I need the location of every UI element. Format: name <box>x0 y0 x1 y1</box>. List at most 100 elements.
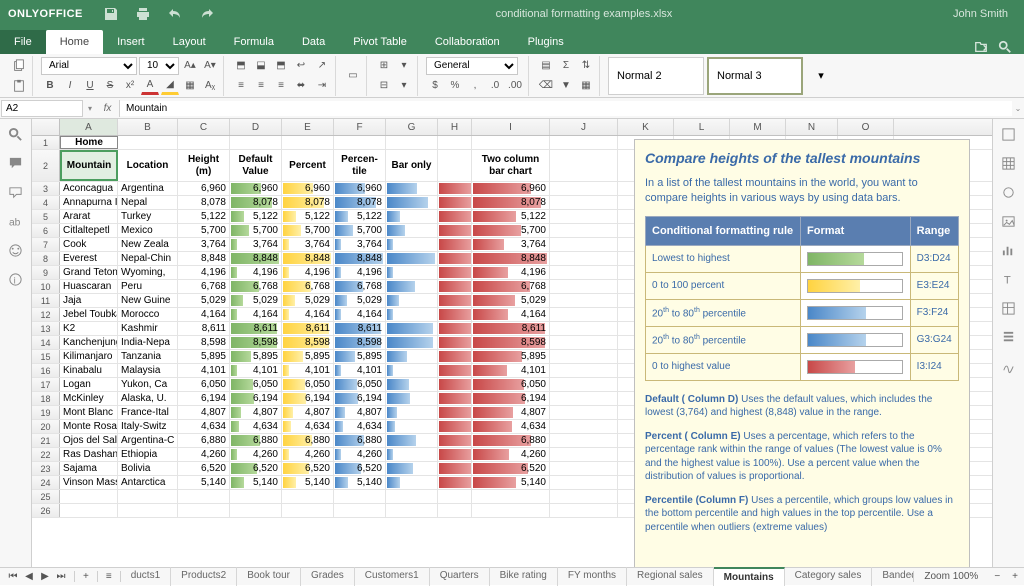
cell[interactable] <box>550 392 618 405</box>
menu-insert[interactable]: Insert <box>103 30 159 54</box>
cell[interactable] <box>386 406 438 419</box>
table-icon[interactable]: ▦ <box>577 77 595 95</box>
cell[interactable] <box>386 420 438 433</box>
formula-input[interactable]: Mountain <box>120 101 1012 116</box>
signature-icon[interactable] <box>1001 359 1016 374</box>
cell[interactable]: 6,520 <box>230 462 282 475</box>
cell[interactable] <box>386 504 438 517</box>
cell[interactable] <box>438 364 472 377</box>
superscript-button[interactable]: x² <box>121 77 139 95</box>
italic-button[interactable]: I <box>61 77 79 95</box>
cell[interactable]: Bar only <box>386 150 438 181</box>
copy-icon[interactable] <box>10 57 28 75</box>
cell[interactable]: 4,196 <box>472 266 550 279</box>
cell[interactable]: Aconcagua <box>60 182 118 195</box>
row-header[interactable]: 12 <box>32 308 60 321</box>
cell[interactable]: 4,260 <box>230 448 282 461</box>
cell-selected[interactable]: Mountain <box>60 150 118 181</box>
sheet-tab[interactable]: Mountains <box>714 567 785 586</box>
cell[interactable]: 6,768 <box>230 280 282 293</box>
row-header[interactable]: 26 <box>32 504 60 517</box>
cell[interactable] <box>550 308 618 321</box>
slicer-settings-icon[interactable] <box>1001 330 1016 345</box>
print-icon[interactable] <box>135 6 151 22</box>
sheet-list-icon[interactable]: ≡ <box>98 571 121 582</box>
cell[interactable]: 5,140 <box>282 476 334 489</box>
cell-styles-more-icon[interactable]: ▾ <box>806 69 836 82</box>
table-settings-icon[interactable] <box>1001 156 1016 171</box>
cell[interactable] <box>438 182 472 195</box>
align-top-icon[interactable]: ⬒ <box>232 57 250 75</box>
cell[interactable]: 5,122 <box>230 210 282 223</box>
cell[interactable] <box>550 136 618 149</box>
cell[interactable] <box>550 210 618 223</box>
cell[interactable]: 4,101 <box>282 364 334 377</box>
comments-icon[interactable] <box>8 156 23 171</box>
cell[interactable]: 6,960 <box>334 182 386 195</box>
search-icon[interactable] <box>998 40 1012 54</box>
cell[interactable] <box>438 266 472 279</box>
cell[interactable]: 5,029 <box>178 294 230 307</box>
spellcheck-icon[interactable]: ab <box>8 214 23 229</box>
cell[interactable]: 6,768 <box>334 280 386 293</box>
sheet-tab[interactable]: FY months <box>558 567 627 586</box>
cell[interactable] <box>438 434 472 447</box>
cell[interactable]: 4,634 <box>230 420 282 433</box>
column-header-C[interactable]: C <box>178 119 230 135</box>
cell[interactable] <box>386 308 438 321</box>
cell[interactable]: 6,520 <box>334 462 386 475</box>
sheet-tab[interactable]: ducts1 <box>121 567 171 586</box>
about-icon[interactable]: i <box>8 272 23 287</box>
cell[interactable] <box>230 504 282 517</box>
cell[interactable] <box>438 238 472 251</box>
align-right-icon[interactable]: ≡ <box>272 77 290 95</box>
cell[interactable]: Kilimanjaro <box>60 350 118 363</box>
column-header-B[interactable]: B <box>118 119 178 135</box>
cell[interactable]: 5,700 <box>178 224 230 237</box>
chat-icon[interactable] <box>8 185 23 200</box>
sheet-tab[interactable]: Products2 <box>171 567 237 586</box>
cell[interactable] <box>282 490 334 503</box>
cell[interactable] <box>438 136 472 149</box>
cell[interactable] <box>550 336 618 349</box>
cell[interactable] <box>550 490 618 503</box>
cell[interactable] <box>472 136 550 149</box>
cell[interactable]: France-Ital <box>118 406 178 419</box>
cell[interactable] <box>438 406 472 419</box>
cell[interactable] <box>282 504 334 517</box>
cell[interactable]: 4,634 <box>334 420 386 433</box>
row-header[interactable]: 22 <box>32 448 60 461</box>
cell[interactable]: Everest <box>60 252 118 265</box>
open-location-icon[interactable] <box>974 40 988 54</box>
cell[interactable] <box>386 378 438 391</box>
sheet-tab[interactable]: Customers1 <box>355 567 430 586</box>
row-header[interactable]: 15 <box>32 350 60 363</box>
sheet-tab[interactable]: Grades <box>301 567 355 586</box>
menu-home[interactable]: Home <box>46 30 103 54</box>
cell[interactable]: Percent <box>282 150 334 181</box>
cell[interactable]: Two column bar chart <box>472 150 550 181</box>
column-header-J[interactable]: J <box>550 119 618 135</box>
menu-collaboration[interactable]: Collaboration <box>421 30 514 54</box>
cell[interactable]: Bolivia <box>118 462 178 475</box>
cell[interactable] <box>178 490 230 503</box>
cell[interactable]: 4,260 <box>334 448 386 461</box>
row-header[interactable]: 13 <box>32 322 60 335</box>
cell[interactable]: 4,196 <box>334 266 386 279</box>
cell[interactable]: 8,598 <box>334 336 386 349</box>
row-header[interactable]: 7 <box>32 238 60 251</box>
cell[interactable]: Monte Rosa <box>60 420 118 433</box>
cell[interactable]: Mont Blanc <box>60 406 118 419</box>
cell[interactable]: Ararat <box>60 210 118 223</box>
cell[interactable]: 5,029 <box>230 294 282 307</box>
clear-format-button[interactable]: Aᵪ <box>201 77 219 95</box>
cell[interactable] <box>386 476 438 489</box>
cell[interactable]: Kashmir <box>118 322 178 335</box>
row-header[interactable]: 8 <box>32 252 60 265</box>
cell[interactable] <box>386 336 438 349</box>
cell[interactable]: Huascaran <box>60 280 118 293</box>
cell[interactable] <box>550 504 618 517</box>
cell[interactable]: 8,078 <box>334 196 386 209</box>
cell[interactable]: 6,960 <box>282 182 334 195</box>
orientation-icon[interactable]: ↗ <box>313 57 331 75</box>
